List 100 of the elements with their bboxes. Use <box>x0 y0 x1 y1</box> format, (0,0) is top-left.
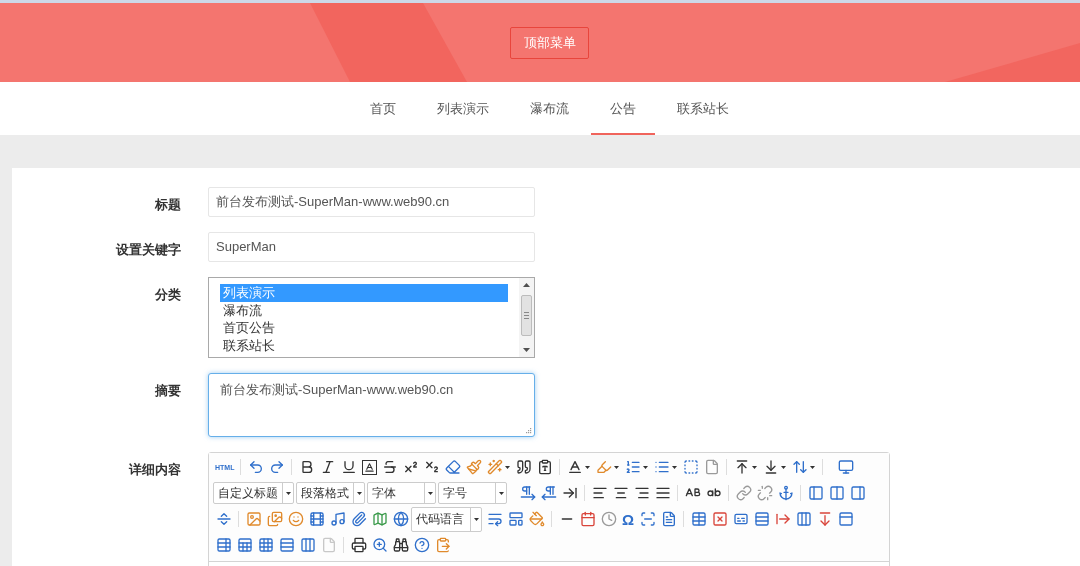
nav-tab[interactable]: 瀑布流 <box>511 82 588 135</box>
bullet-list-icon[interactable] <box>653 459 670 475</box>
paperclip-icon[interactable] <box>350 511 367 527</box>
underline-icon[interactable] <box>340 459 357 475</box>
scan-icon[interactable] <box>639 511 656 527</box>
strikethrough-icon[interactable] <box>381 459 398 475</box>
field-label: 设置关键字 <box>115 241 181 259</box>
columns-icon[interactable] <box>828 485 845 501</box>
field-label: 详细内容 <box>127 461 181 479</box>
clipboard-text-icon[interactable] <box>536 459 553 475</box>
code-language-select[interactable]: 代码语言 <box>411 506 482 532</box>
undo-icon[interactable] <box>247 459 264 475</box>
link-icon[interactable] <box>735 485 752 501</box>
layout-template-icon[interactable] <box>507 511 524 527</box>
nav-tab[interactable]: 列表演示 <box>418 82 508 135</box>
columns-icon[interactable] <box>299 537 316 553</box>
listbox-option[interactable]: 首页公告 <box>220 319 508 337</box>
nav-tab[interactable]: 首页 <box>351 82 415 135</box>
dropdown-caret-icon[interactable] <box>781 465 787 469</box>
align-center-icon[interactable] <box>612 485 629 501</box>
dropdown-caret-icon[interactable] <box>473 517 479 521</box>
dropdown-caret-icon[interactable] <box>427 491 433 495</box>
special-character-button[interactable]: Ω <box>622 511 635 527</box>
unlink-icon[interactable] <box>756 485 773 501</box>
align-right-icon[interactable] <box>633 485 650 501</box>
listbox-option[interactable]: 联系站长 <box>220 336 508 354</box>
nav-tab[interactable]: 联系站长 <box>658 82 748 135</box>
table-icon[interactable] <box>215 537 232 553</box>
pilcrow-left-icon[interactable] <box>540 485 557 501</box>
rows-icon[interactable] <box>278 537 295 553</box>
table-icon[interactable] <box>690 511 707 527</box>
superscript-icon[interactable] <box>402 459 419 475</box>
wrap-text-icon[interactable] <box>486 511 503 527</box>
font-size-select[interactable]: 字号 <box>438 482 507 504</box>
film-icon[interactable] <box>308 511 325 527</box>
table-grid-icon[interactable] <box>236 537 253 553</box>
anchor-icon[interactable] <box>777 485 794 501</box>
text-input[interactable]: 前台发布测试-SuperMan-www.web90.cn <box>208 187 535 217</box>
zoom-in-icon[interactable] <box>371 537 388 553</box>
dropdown-caret-icon[interactable] <box>585 465 591 469</box>
quote-icon[interactable] <box>515 459 532 475</box>
redo-icon[interactable] <box>268 459 285 475</box>
captions-icon[interactable] <box>732 511 749 527</box>
scrollbar-thumb <box>521 295 532 336</box>
dropdown-caret-icon[interactable] <box>505 465 511 469</box>
rows-icon[interactable] <box>753 511 770 527</box>
window-icon[interactable] <box>837 511 854 527</box>
pilcrow-right-icon[interactable] <box>519 485 536 501</box>
paint-bucket-icon[interactable] <box>528 511 545 527</box>
summary-textarea[interactable]: 前台发布测试-SuperMan-www.web90.cn <box>208 373 535 437</box>
paintbrush-icon[interactable] <box>465 459 482 475</box>
font-family-select[interactable]: 字体 <box>367 482 436 504</box>
paragraph-format-select[interactable]: 段落格式 <box>296 482 365 504</box>
binoculars-icon[interactable] <box>392 537 409 553</box>
expand-line-icon[interactable] <box>215 511 232 527</box>
help-icon[interactable] <box>413 537 430 553</box>
document-icon[interactable] <box>660 511 677 527</box>
text-input[interactable]: SuperMan <box>208 232 535 262</box>
category-listbox[interactable]: 列表演示 瀑布流 首页公告 联系站长 <box>208 277 535 358</box>
ordered-list-icon[interactable] <box>624 459 641 475</box>
dropdown-caret-icon[interactable] <box>672 465 678 469</box>
calendar-icon[interactable] <box>579 511 596 527</box>
dropdown-caret-icon[interactable] <box>498 491 504 495</box>
dropdown-caret-icon[interactable] <box>810 465 816 469</box>
columns-icon[interactable] <box>795 511 812 527</box>
field-label: 标题 <box>154 196 181 214</box>
images-icon[interactable] <box>266 511 283 527</box>
monitor-icon[interactable] <box>837 459 854 475</box>
panel-left-icon[interactable] <box>807 485 824 501</box>
dropdown-caret-icon[interactable] <box>356 491 362 495</box>
dropdown-caret-icon[interactable] <box>285 491 291 495</box>
align-left-icon[interactable] <box>591 485 608 501</box>
eraser-icon[interactable] <box>444 459 461 475</box>
globe-icon[interactable] <box>392 511 409 527</box>
scroll-up-arrow-icon <box>523 283 530 287</box>
font-color-icon[interactable] <box>566 459 583 475</box>
smiley-icon[interactable] <box>287 511 304 527</box>
map-icon[interactable] <box>371 511 388 527</box>
line-spacing-icon[interactable] <box>791 459 808 475</box>
music-note-icon[interactable] <box>329 511 346 527</box>
indent-icon[interactable] <box>561 485 578 501</box>
dropdown-caret-icon[interactable] <box>643 465 649 469</box>
heading-select[interactable]: 自定义标题 <box>213 482 294 504</box>
panel-right-icon[interactable] <box>849 485 866 501</box>
dropdown-caret-icon[interactable] <box>752 465 758 469</box>
grid-icon[interactable] <box>257 537 274 553</box>
subscript-icon[interactable] <box>423 459 440 475</box>
resize-grip-icon <box>525 427 532 434</box>
square-x-icon[interactable] <box>711 511 728 527</box>
clipboard-paste-icon[interactable] <box>434 537 451 553</box>
printer-icon[interactable] <box>350 537 367 553</box>
blank-page-icon[interactable] <box>703 459 720 475</box>
listbox-option[interactable]: 瀑布流 <box>220 301 508 319</box>
align-justify-icon[interactable] <box>654 485 671 501</box>
scroll-down-arrow-icon <box>523 348 530 352</box>
dropdown-caret-icon[interactable] <box>614 465 620 469</box>
clock-icon[interactable] <box>600 511 617 527</box>
image-icon[interactable] <box>245 511 262 527</box>
boxed-letter-icon[interactable] <box>361 459 377 475</box>
field-label: 摘要 <box>154 382 181 400</box>
